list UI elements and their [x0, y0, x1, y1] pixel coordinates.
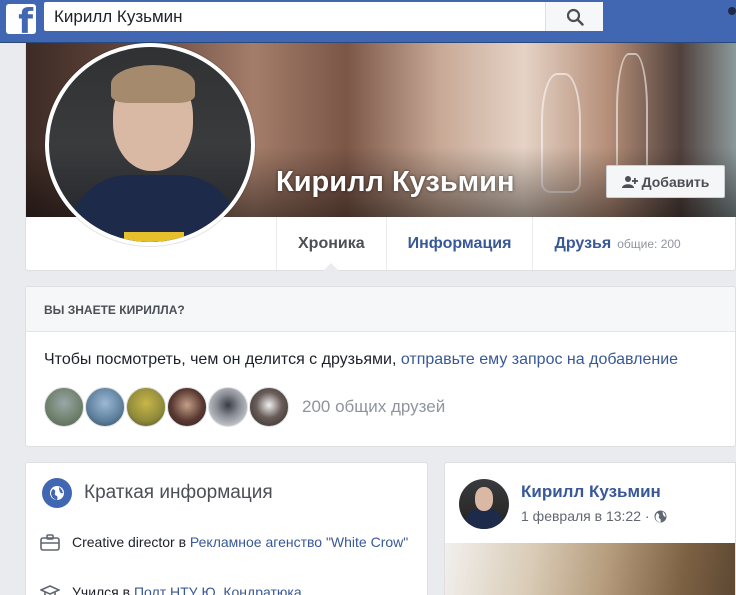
profile-name[interactable]: Кирилл Кузьмин	[276, 166, 514, 199]
post-author-avatar[interactable]	[459, 479, 509, 529]
search-input[interactable]: Кирилл Кузьмин	[44, 7, 545, 27]
search-button[interactable]	[545, 2, 603, 31]
card-heading: ВЫ ЗНАЕТЕ КИРИЛЛА?	[26, 287, 735, 332]
tab-label: Друзья	[554, 234, 612, 252]
work-prefix: Creative director в	[72, 534, 190, 550]
post-date[interactable]: 1 февраля в 13:22	[521, 508, 641, 524]
intro-title: Краткая информация	[84, 482, 273, 503]
globe-privacy-icon[interactable]	[654, 510, 667, 523]
do-you-know-card: ВЫ ЗНАЕТЕ КИРИЛЛА? Чтобы посмотреть, чем…	[25, 286, 736, 447]
facebook-logo-icon[interactable]: f	[6, 4, 36, 34]
tab-friends[interactable]: Друзья общие: 200	[532, 217, 701, 270]
account-icon[interactable]	[722, 6, 736, 20]
friend-request-prompt: Чтобы посмотреть, чем он делится с друзь…	[44, 351, 678, 369]
post-meta: 1 февраля в 13:22 ·	[521, 508, 667, 524]
meta-separator: ·	[645, 508, 650, 524]
mutual-friend-avatar[interactable]	[249, 387, 289, 427]
tab-label: Информация	[407, 234, 512, 252]
add-friend-label: Добавить	[641, 173, 710, 190]
profile-avatar[interactable]	[45, 43, 255, 246]
prompt-text: Чтобы посмотреть, чем он делится с друзь…	[44, 351, 401, 368]
avatar-shirt-print	[124, 232, 184, 242]
mutual-friend-avatar[interactable]	[126, 387, 166, 427]
search-icon	[566, 8, 584, 26]
add-friend-icon	[621, 175, 638, 188]
top-bar: f Кирилл Кузьмин	[0, 0, 736, 43]
post-image[interactable]	[445, 543, 735, 595]
mutual-friends-count: общие: 200	[617, 236, 681, 251]
intro-header: Краткая информация	[42, 478, 273, 508]
school-link[interactable]: Полт НТУ Ю. Кондратюка	[134, 584, 302, 595]
add-friend-button[interactable]: Добавить	[606, 165, 725, 198]
tab-about[interactable]: Информация	[385, 217, 533, 270]
briefcase-icon	[40, 533, 62, 556]
work-text: Creative director в Рекламное агенство "…	[72, 533, 408, 556]
send-request-link[interactable]: отправьте ему запрос на добавление	[401, 351, 678, 368]
graduation-cap-icon	[39, 583, 62, 595]
profile-header: Кирилл Кузьмин Добавить Хроника Информац…	[25, 43, 736, 271]
workplace-link[interactable]: Рекламное агенство "White Crow"	[190, 534, 408, 550]
tab-timeline[interactable]: Хроника	[276, 217, 386, 271]
profile-tabs: Хроника Информация Друзья общие: 200	[276, 217, 702, 271]
mutual-friend-avatar[interactable]	[167, 387, 207, 427]
work-row: Creative director в Рекламное агенство "…	[40, 533, 410, 556]
mutual-friend-avatar[interactable]	[44, 387, 84, 427]
mutual-friend-avatar[interactable]	[85, 387, 125, 427]
avatar-shirt	[465, 509, 503, 529]
logo-letter: f	[18, 4, 33, 34]
education-text: Учился в Полт НТУ Ю. Кондратюка	[72, 583, 302, 595]
tab-label: Хроника	[298, 234, 365, 252]
globe-icon	[42, 478, 72, 508]
avatar-hair	[111, 65, 195, 103]
globe-glyph	[50, 486, 64, 500]
mutual-friends-row: 200 общих друзей	[44, 387, 445, 427]
mutual-friend-avatar[interactable]	[208, 387, 248, 427]
intro-card: Краткая информация Creative director в Р…	[25, 462, 428, 595]
search-box[interactable]: Кирилл Кузьмин	[44, 2, 603, 31]
avatar-face	[475, 487, 493, 511]
mutual-friends-link[interactable]: 200 общих друзей	[302, 397, 445, 417]
education-row: Учился в Полт НТУ Ю. Кондратюка	[39, 583, 410, 595]
timeline-post: Кирилл Кузьмин 1 февраля в 13:22 ·	[444, 462, 736, 595]
study-prefix: Учился в	[72, 584, 134, 595]
post-author-name[interactable]: Кирилл Кузьмин	[521, 482, 661, 502]
